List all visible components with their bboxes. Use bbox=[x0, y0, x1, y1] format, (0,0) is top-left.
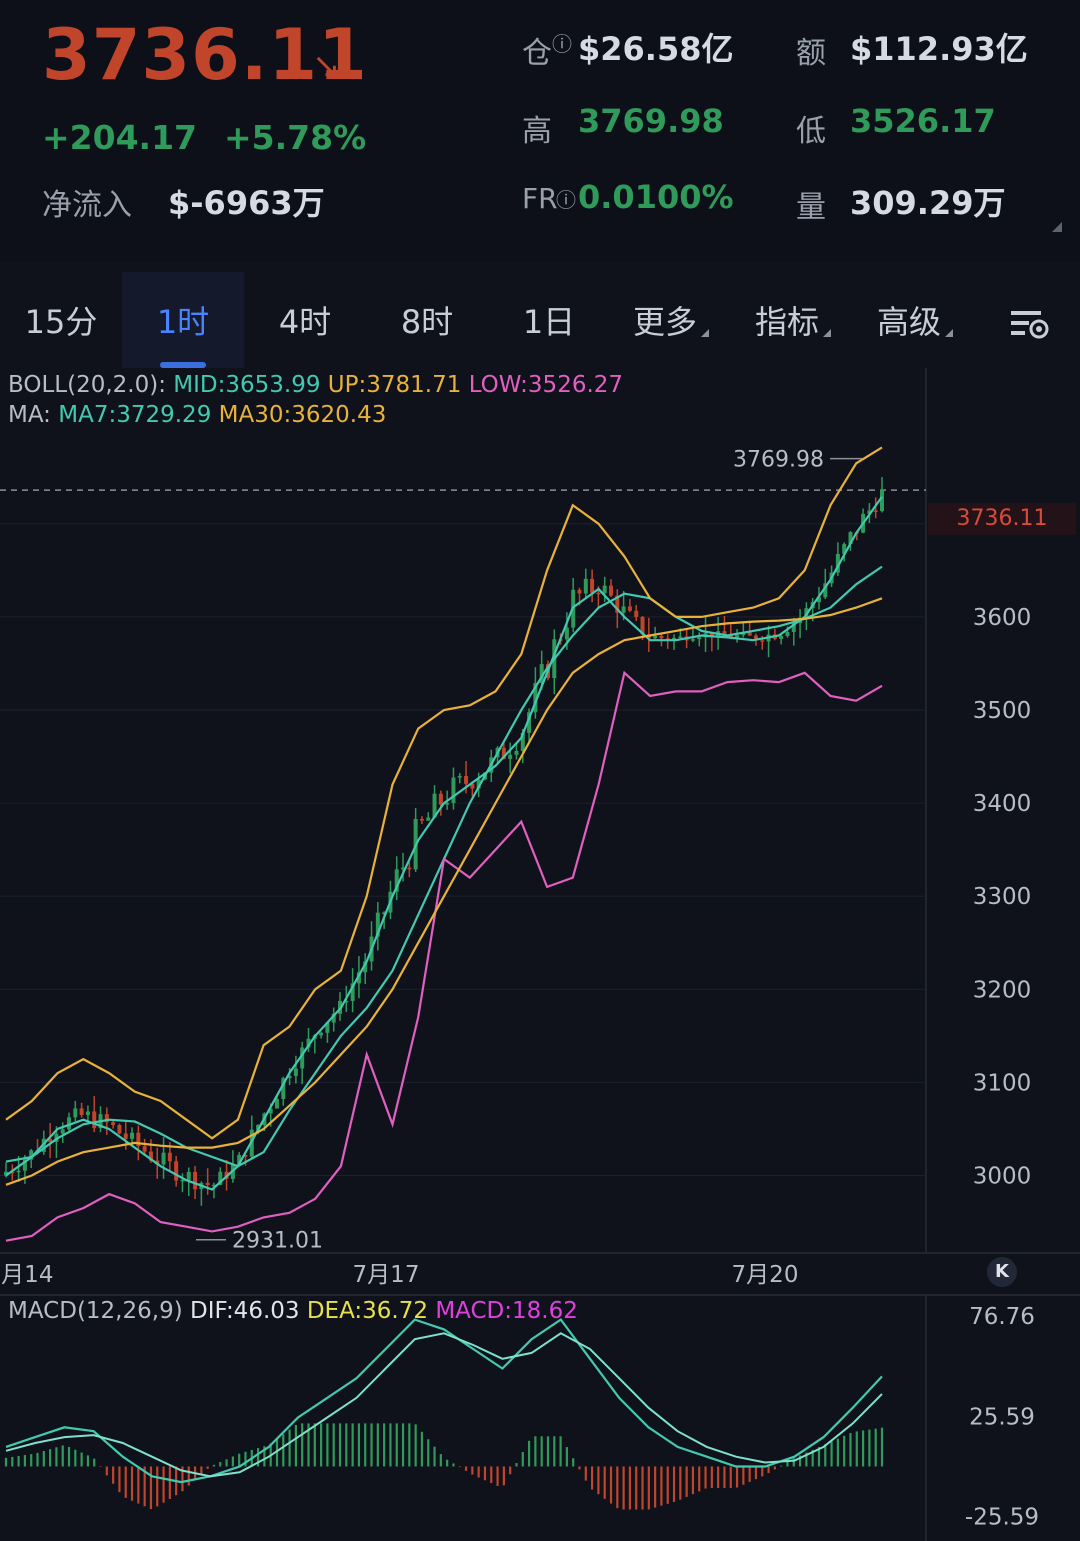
macd-tick-label: -25.59 bbox=[965, 1505, 1039, 1531]
low-marker-label: 2931.01 bbox=[232, 1229, 323, 1254]
candle-body bbox=[174, 1161, 179, 1181]
candle-body bbox=[445, 802, 450, 805]
candle-body bbox=[60, 1129, 65, 1134]
series-line-ma30 bbox=[5, 597, 883, 1186]
candle-body bbox=[602, 585, 607, 594]
candle-body bbox=[627, 606, 632, 611]
candle-body bbox=[293, 1068, 298, 1076]
macd-dif-line bbox=[5, 1318, 883, 1484]
candle-body bbox=[85, 1111, 90, 1116]
candle-body bbox=[451, 777, 456, 803]
candle-body bbox=[590, 578, 595, 593]
candle-body bbox=[514, 750, 519, 755]
candle-body bbox=[659, 635, 664, 639]
candle-body bbox=[873, 510, 878, 512]
candle-body bbox=[79, 1108, 84, 1116]
candle-body bbox=[697, 637, 702, 640]
candle-body bbox=[180, 1179, 185, 1182]
candle-body bbox=[419, 818, 424, 821]
macd-tick-label: 25.59 bbox=[969, 1404, 1035, 1430]
candle-body bbox=[205, 1182, 210, 1185]
candle-body bbox=[464, 776, 469, 784]
candle-body bbox=[577, 589, 582, 594]
candle-body bbox=[407, 867, 412, 870]
candle-body bbox=[583, 578, 588, 594]
series-line-ma7 bbox=[5, 496, 883, 1191]
candle-body bbox=[111, 1122, 116, 1126]
candle-body bbox=[634, 610, 639, 617]
candle-body bbox=[690, 639, 695, 641]
candle-body bbox=[609, 585, 614, 596]
y-tick-label: 3300 bbox=[973, 884, 1032, 910]
macd-dea-line bbox=[5, 1332, 883, 1478]
x-tick-label: 7月17 bbox=[353, 1262, 420, 1288]
candle-body bbox=[438, 793, 443, 805]
series-line-up bbox=[5, 446, 883, 1140]
candle-body bbox=[596, 592, 601, 595]
candle-body bbox=[73, 1108, 78, 1118]
candle-body bbox=[678, 636, 683, 639]
series-line-mid bbox=[5, 565, 883, 1168]
current-price-tag: 3736.11 bbox=[928, 503, 1076, 535]
candle-body bbox=[621, 606, 626, 613]
candle-body bbox=[142, 1146, 147, 1152]
candle-body bbox=[161, 1152, 166, 1165]
candle-body bbox=[167, 1152, 172, 1162]
candle-body bbox=[457, 776, 462, 778]
candle-body bbox=[16, 1170, 21, 1173]
x-tick-label: 7月20 bbox=[732, 1262, 799, 1288]
candle-body bbox=[564, 627, 569, 640]
candle-body bbox=[426, 817, 431, 821]
candle-body bbox=[193, 1171, 198, 1190]
candle-body bbox=[123, 1133, 128, 1139]
y-tick-label: 3500 bbox=[973, 698, 1032, 724]
candle-body bbox=[92, 1111, 97, 1129]
high-marker-label: 3769.98 bbox=[733, 448, 824, 473]
candle-body bbox=[117, 1125, 122, 1134]
series-line-low bbox=[5, 670, 883, 1242]
candle-body bbox=[760, 640, 765, 642]
candle-body bbox=[779, 635, 784, 639]
y-tick-label: 3000 bbox=[973, 1164, 1032, 1190]
y-tick-label: 3400 bbox=[973, 791, 1032, 817]
candle-body bbox=[130, 1132, 135, 1139]
collapse-axis-button[interactable]: K bbox=[987, 1257, 1017, 1287]
y-tick-label: 3100 bbox=[973, 1070, 1032, 1096]
macd-tick-label: 76.76 bbox=[969, 1304, 1035, 1330]
candle-body bbox=[186, 1171, 191, 1180]
candle-body bbox=[319, 1032, 324, 1036]
candle-body bbox=[274, 1098, 279, 1109]
candle-body bbox=[785, 631, 790, 636]
y-tick-label: 3600 bbox=[973, 605, 1032, 631]
price-chart[interactable]: 300031003200330034003500360037007月147月17… bbox=[0, 0, 1080, 1541]
y-tick-label: 3200 bbox=[973, 977, 1032, 1003]
x-tick-label: 7月14 bbox=[0, 1262, 53, 1288]
candle-body bbox=[508, 754, 513, 759]
candle-body bbox=[653, 635, 658, 639]
